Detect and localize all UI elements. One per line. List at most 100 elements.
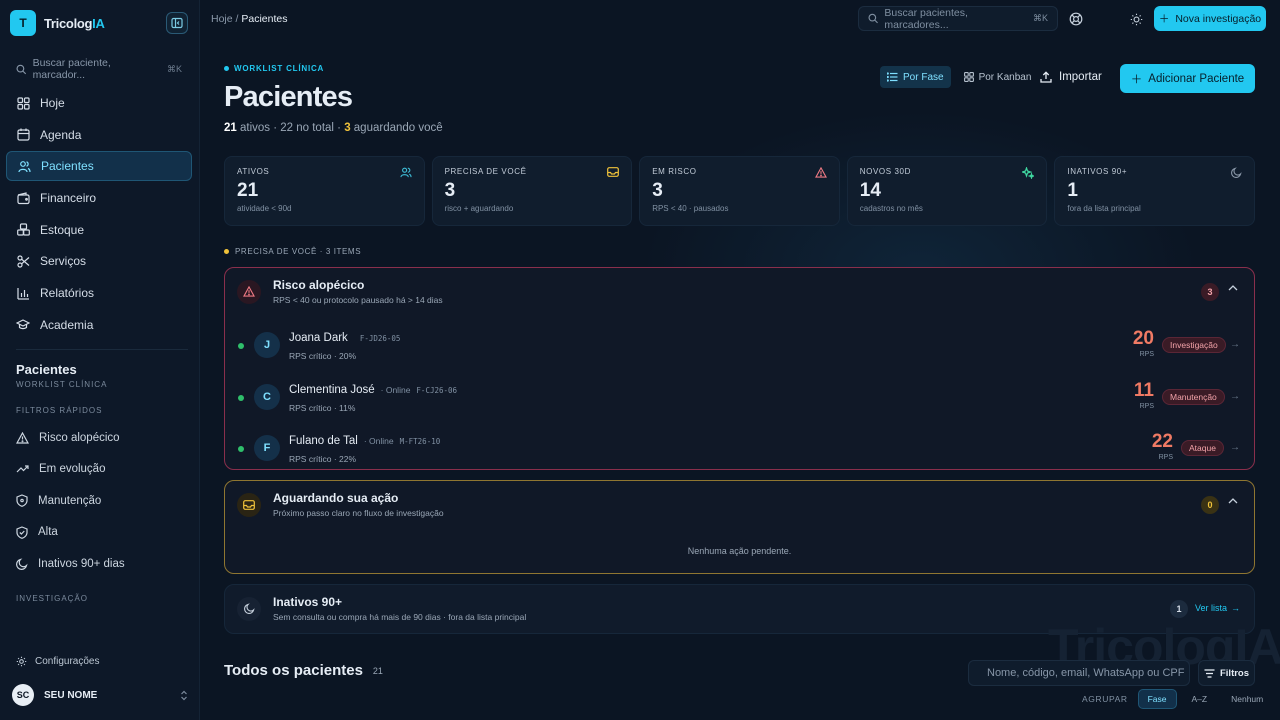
stat-label: EM RISCO xyxy=(652,167,697,176)
stat-card-risco[interactable]: EM RISCO 3 RPS < 40 · pausados xyxy=(639,156,840,226)
chevron-up-icon[interactable] xyxy=(1228,285,1238,291)
stat-caption: fora da lista principal xyxy=(1067,204,1141,213)
user-menu[interactable]: SC SEU NOME xyxy=(12,684,188,706)
phase-tag: Ataque xyxy=(1181,440,1224,456)
sidebar-search-placeholder: Buscar paciente, marcador... xyxy=(32,57,111,81)
filters-button[interactable]: Filtros xyxy=(1198,660,1255,686)
patient-search-input[interactable]: Nome, código, email, WhatsApp ou CPF xyxy=(968,660,1190,686)
add-patient-button[interactable]: ＋ Adicionar Paciente xyxy=(1120,64,1255,93)
stat-label: NOVOS 30D xyxy=(859,167,911,176)
stat-card-inativos[interactable]: INATIVOS 90+ 1 fora da lista principal xyxy=(1054,156,1255,226)
stat-value: 1 xyxy=(1067,180,1078,201)
patient-code: F-JD26-05 xyxy=(359,334,401,343)
nav-item-estoque[interactable]: Estoque xyxy=(6,215,192,245)
shield-icon xyxy=(16,494,28,508)
patient-online: · Online xyxy=(380,385,411,395)
sidebar: T TricologIA Buscar paciente, marcador..… xyxy=(0,0,200,720)
theme-toggle-button[interactable] xyxy=(1128,11,1144,27)
needs-you-label: PRECISA DE VOCÊ · 3 ITEMS xyxy=(224,247,361,256)
topbar: Hoje / Pacientes Buscar pacientes, marca… xyxy=(200,0,1280,38)
view-toggle: Por Fase Por Kanban xyxy=(880,66,1038,88)
stat-card-ativos[interactable]: ATIVOS 21 atividade < 90d xyxy=(224,156,425,226)
group-by-label: AGRUPAR xyxy=(1082,694,1128,704)
patient-row[interactable]: J Joana Dark F-JD26-05 RPS crítico · 20% … xyxy=(225,323,1254,373)
patient-row[interactable]: C Clementina José · Online F-CJ26-06 RPS c… xyxy=(225,375,1254,425)
online-status-dot xyxy=(238,343,244,349)
search-icon xyxy=(868,13,878,24)
help-button[interactable] xyxy=(1068,11,1084,27)
breadcrumb-root[interactable]: Hoje xyxy=(211,13,233,25)
list-icon xyxy=(887,72,898,82)
new-investigation-label: Nova investigação xyxy=(1175,12,1262,25)
search-icon xyxy=(16,64,27,74)
stat-label: ATIVOS xyxy=(237,167,270,176)
filter-alta[interactable]: Alta xyxy=(6,517,192,549)
nav-label: Hoje xyxy=(40,96,65,110)
filter-risco-alopecico[interactable]: Risco alopécico xyxy=(6,422,192,454)
lifebuoy-icon xyxy=(1069,12,1083,26)
view-by-kanban-button[interactable]: Por Kanban xyxy=(957,66,1039,88)
needs-you-text: PRECISA DE VOCÊ · 3 ITEMS xyxy=(235,247,362,256)
patient-name: Joana Dark xyxy=(289,332,348,344)
view-by-kanban-label: Por Kanban xyxy=(978,71,1032,83)
waiting-panel-subtitle: Próximo passo claro no fluxo de investig… xyxy=(273,508,444,518)
page-summary: 21 ativos · 22 no total · 3 aguardando v… xyxy=(224,122,443,134)
inactive-panel-subtitle: Sem consulta ou compra há mais de 90 dia… xyxy=(273,612,527,622)
breadcrumb-separator: / xyxy=(235,13,239,25)
active-count: 21 xyxy=(224,122,237,134)
nav-item-hoje[interactable]: Hoje xyxy=(6,88,192,118)
group-by-control: AGRUPAR Fase A–Z Nenhum xyxy=(1082,689,1272,709)
risk-panel-header[interactable]: Risco alopécico RPS < 40 ou protocolo pa… xyxy=(237,278,443,305)
nav-item-financeiro[interactable]: Financeiro xyxy=(6,183,192,213)
all-patients-header: Todos os pacientes 21 xyxy=(224,662,383,679)
waiting-panel-header[interactable]: Aguardando sua ação Próximo passo claro … xyxy=(237,491,444,518)
new-investigation-button[interactable]: ＋ Nova investigação xyxy=(1154,6,1266,31)
moon-icon xyxy=(237,596,261,621)
group-option-fase[interactable]: Fase xyxy=(1137,689,1177,709)
chevron-up-icon[interactable] xyxy=(1228,498,1238,504)
stat-card-precisa[interactable]: PRECISA DE VOCÊ 3 risco + aguardando xyxy=(431,156,633,226)
filter-inativos[interactable]: Inativos 90+ dias xyxy=(6,548,192,580)
app-name-main: Tricolog xyxy=(44,15,93,31)
patient-online: · Online xyxy=(363,436,394,446)
filter-manutencao[interactable]: Manutenção xyxy=(6,485,192,517)
patient-row[interactable]: F Fulano de Tal · Online M-FT26-10 RPS crí… xyxy=(225,426,1254,476)
group-option-none[interactable]: Nenhum xyxy=(1222,689,1272,709)
nav-item-relatorios[interactable]: Relatórios xyxy=(6,278,192,308)
sidebar-search[interactable]: Buscar paciente, marcador... ⌘K xyxy=(8,57,190,81)
waiting-panel: Aguardando sua ação Próximo passo claro … xyxy=(224,480,1255,574)
global-search[interactable]: Buscar pacientes, marcadores... ⌘K xyxy=(858,6,1058,31)
risk-panel-title: Risco alopécico xyxy=(273,278,365,292)
waiting-text: aguardando você xyxy=(350,122,443,134)
nav-item-servicos[interactable]: Serviços xyxy=(6,246,192,276)
view-by-phase-button[interactable]: Por Fase xyxy=(880,66,951,88)
app-logo[interactable]: T TricologIA xyxy=(10,10,105,36)
patient-code: F-CJ26-06 xyxy=(416,386,458,395)
filter-em-evolucao[interactable]: Em evolução xyxy=(6,454,192,486)
view-list-link[interactable]: Ver lista → xyxy=(1195,603,1240,613)
quick-filters-label: FILTROS RÁPIDOS xyxy=(16,406,103,415)
waiting-count-badge: 0 xyxy=(1201,496,1219,514)
logo-mark: T xyxy=(10,10,36,36)
risk-count-badge: 3 xyxy=(1201,283,1219,301)
risk-panel-subtitle: RPS < 40 ou protocolo pausado há > 14 di… xyxy=(273,295,443,305)
nav-item-academia[interactable]: Academia xyxy=(6,310,192,340)
collapse-sidebar-button[interactable] xyxy=(166,12,188,34)
sidebar-section-title: Pacientes xyxy=(16,362,77,377)
nav-item-pacientes[interactable]: Pacientes xyxy=(6,151,192,182)
filter-label: Risco alopécico xyxy=(39,431,120,444)
stat-card-novos[interactable]: NOVOS 30D 14 cadastros no mês xyxy=(846,156,1048,226)
main-content: WORKLIST CLÍNICA Pacientes 21 ativos · 2… xyxy=(200,38,1280,720)
plus-icon: ＋ xyxy=(1158,13,1170,25)
inbox-icon xyxy=(237,492,261,517)
group-option-az[interactable]: A–Z xyxy=(1183,689,1217,709)
nav-label: Relatórios xyxy=(40,286,95,301)
stat-value: 14 xyxy=(859,180,881,201)
settings-link[interactable]: Configurações xyxy=(16,656,99,667)
patient-name-line: Fulano de Tal · Online M-FT26-10 xyxy=(289,435,440,447)
inactive-panel-header[interactable]: Inativos 90+ Sem consulta ou compra há m… xyxy=(237,595,526,622)
nav-label: Financeiro xyxy=(40,191,97,206)
import-button[interactable]: Importar xyxy=(1040,66,1102,88)
sidebar-search-shortcut: ⌘K xyxy=(166,63,182,74)
nav-item-agenda[interactable]: Agenda xyxy=(6,120,192,150)
